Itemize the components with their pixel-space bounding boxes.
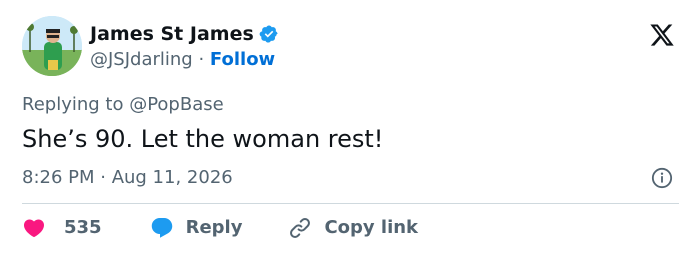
handle-separator: · xyxy=(192,49,210,70)
like-button[interactable]: 535 xyxy=(22,216,102,240)
handle[interactable]: @JSJdarling xyxy=(90,49,193,70)
divider xyxy=(22,203,679,204)
reply-bubble-icon xyxy=(150,216,174,240)
link-icon xyxy=(288,216,312,240)
author-name-row: James St James xyxy=(90,23,279,45)
reply-button[interactable]: Reply xyxy=(138,216,243,240)
handle-row: @JSJdarling · Follow xyxy=(90,49,275,71)
tweet-text: She’s 90. Let the woman rest! xyxy=(22,125,384,153)
replying-to[interactable]: Replying to @PopBase xyxy=(22,94,224,116)
verified-badge-icon xyxy=(259,24,279,44)
copy-link-button[interactable]: Copy link xyxy=(276,216,418,240)
display-name[interactable]: James St James xyxy=(90,23,254,45)
info-icon[interactable] xyxy=(651,167,673,189)
timestamp[interactable]: 8:26 PM · Aug 11, 2026 xyxy=(22,167,233,189)
avatar[interactable] xyxy=(22,16,82,76)
follow-button[interactable]: Follow xyxy=(210,49,275,70)
action-bar: 535 Reply Copy link xyxy=(22,216,418,240)
x-logo-icon[interactable] xyxy=(648,22,676,48)
copy-link-label: Copy link xyxy=(324,217,419,238)
heart-icon xyxy=(22,216,46,240)
reply-label: Reply xyxy=(185,217,243,238)
like-count: 535 xyxy=(64,217,102,238)
